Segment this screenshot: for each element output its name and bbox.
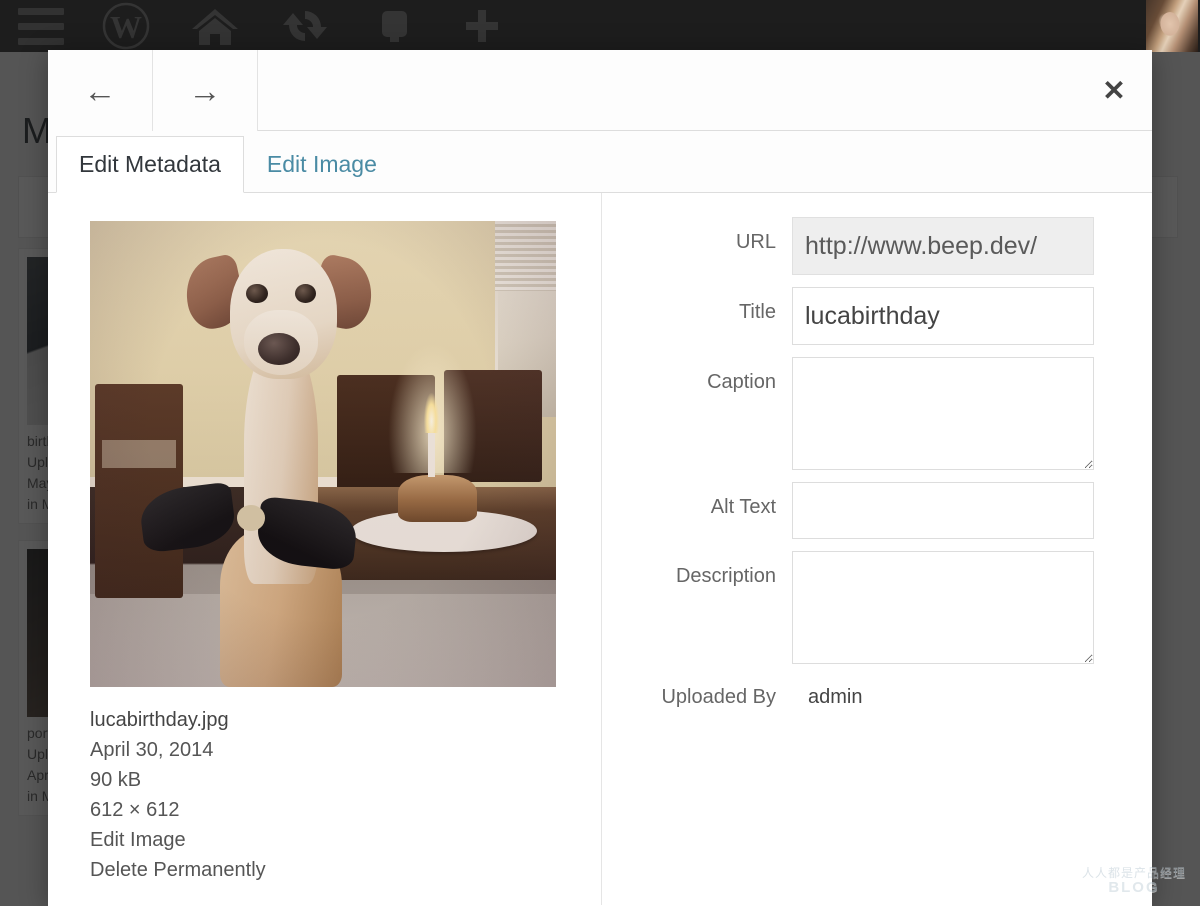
field-row-title: Title <box>602 287 1106 345</box>
alt-text-label: Alt Text <box>710 496 776 518</box>
tab-edit-image[interactable]: Edit Image <box>244 135 400 192</box>
wp-admin-bar: W <box>0 0 1200 52</box>
svg-text:W: W <box>110 9 142 45</box>
attachment-image-content <box>90 221 556 687</box>
caption-textarea[interactable] <box>792 357 1094 470</box>
field-row-alt-text: Alt Text <box>602 482 1106 539</box>
title-input[interactable] <box>792 287 1094 345</box>
close-icon[interactable]: ✕ <box>1092 68 1136 112</box>
edit-image-link[interactable]: Edit Image <box>90 825 601 855</box>
tab-edit-metadata[interactable]: Edit Metadata <box>56 136 244 193</box>
attachment-details: lucabirthday.jpg April 30, 2014 90 kB 61… <box>90 705 601 885</box>
field-row-description: Description <box>602 551 1106 664</box>
url-label: URL <box>735 231 776 253</box>
title-control <box>792 287 1106 345</box>
delete-permanently-link[interactable]: Delete Permanently <box>90 855 601 885</box>
title-label: Title <box>738 301 776 323</box>
new-content-icon[interactable] <box>438 0 526 52</box>
caption-label: Caption <box>707 371 776 393</box>
scene-vignette <box>90 221 556 687</box>
field-row-caption: Caption <box>602 357 1106 470</box>
description-control <box>792 551 1106 664</box>
attachment-details-modal: ← → ✕ Edit Metadata Edit Image lucabirth… <box>48 50 1152 906</box>
url-control <box>792 217 1106 275</box>
attachment-metadata-form: URL Title Caption Alt Text <box>602 193 1152 905</box>
wordpress-logo-icon[interactable]: W <box>82 0 170 52</box>
attachment-image[interactable] <box>90 221 556 687</box>
attachment-dimensions: 612 × 612 <box>90 799 180 821</box>
avatar[interactable] <box>1146 0 1198 52</box>
updates-icon[interactable] <box>260 0 350 52</box>
menu-icon[interactable] <box>0 0 82 52</box>
attachment-preview-pane: lucabirthday.jpg April 30, 2014 90 kB 61… <box>48 193 602 905</box>
modal-body: lucabirthday.jpg April 30, 2014 90 kB 61… <box>48 193 1152 905</box>
previous-attachment-button[interactable]: ← <box>48 50 153 131</box>
attachment-filename: lucabirthday.jpg <box>90 709 229 731</box>
avatar-image <box>1146 0 1198 52</box>
description-label: Description <box>675 565 776 587</box>
attachment-date: April 30, 2014 <box>90 739 214 761</box>
attachment-filesize: 90 kB <box>90 769 142 791</box>
uploaded-by-value: admin <box>808 686 863 708</box>
uploaded-by-label: Uploaded By <box>661 686 776 708</box>
alt-text-control <box>792 482 1106 539</box>
modal-tabs: Edit Metadata Edit Image <box>48 131 1152 193</box>
next-attachment-button[interactable]: → <box>153 50 258 131</box>
alt-text-input[interactable] <box>792 482 1094 539</box>
field-row-uploaded-by: Uploaded By admin <box>602 684 1106 709</box>
caption-control <box>792 357 1106 470</box>
description-textarea[interactable] <box>792 551 1094 664</box>
url-input[interactable] <box>792 217 1094 275</box>
home-icon[interactable] <box>170 0 260 52</box>
comments-icon[interactable] <box>350 0 438 52</box>
field-row-url: URL <box>602 217 1106 275</box>
modal-toolbar: ← → ✕ <box>48 50 1152 131</box>
